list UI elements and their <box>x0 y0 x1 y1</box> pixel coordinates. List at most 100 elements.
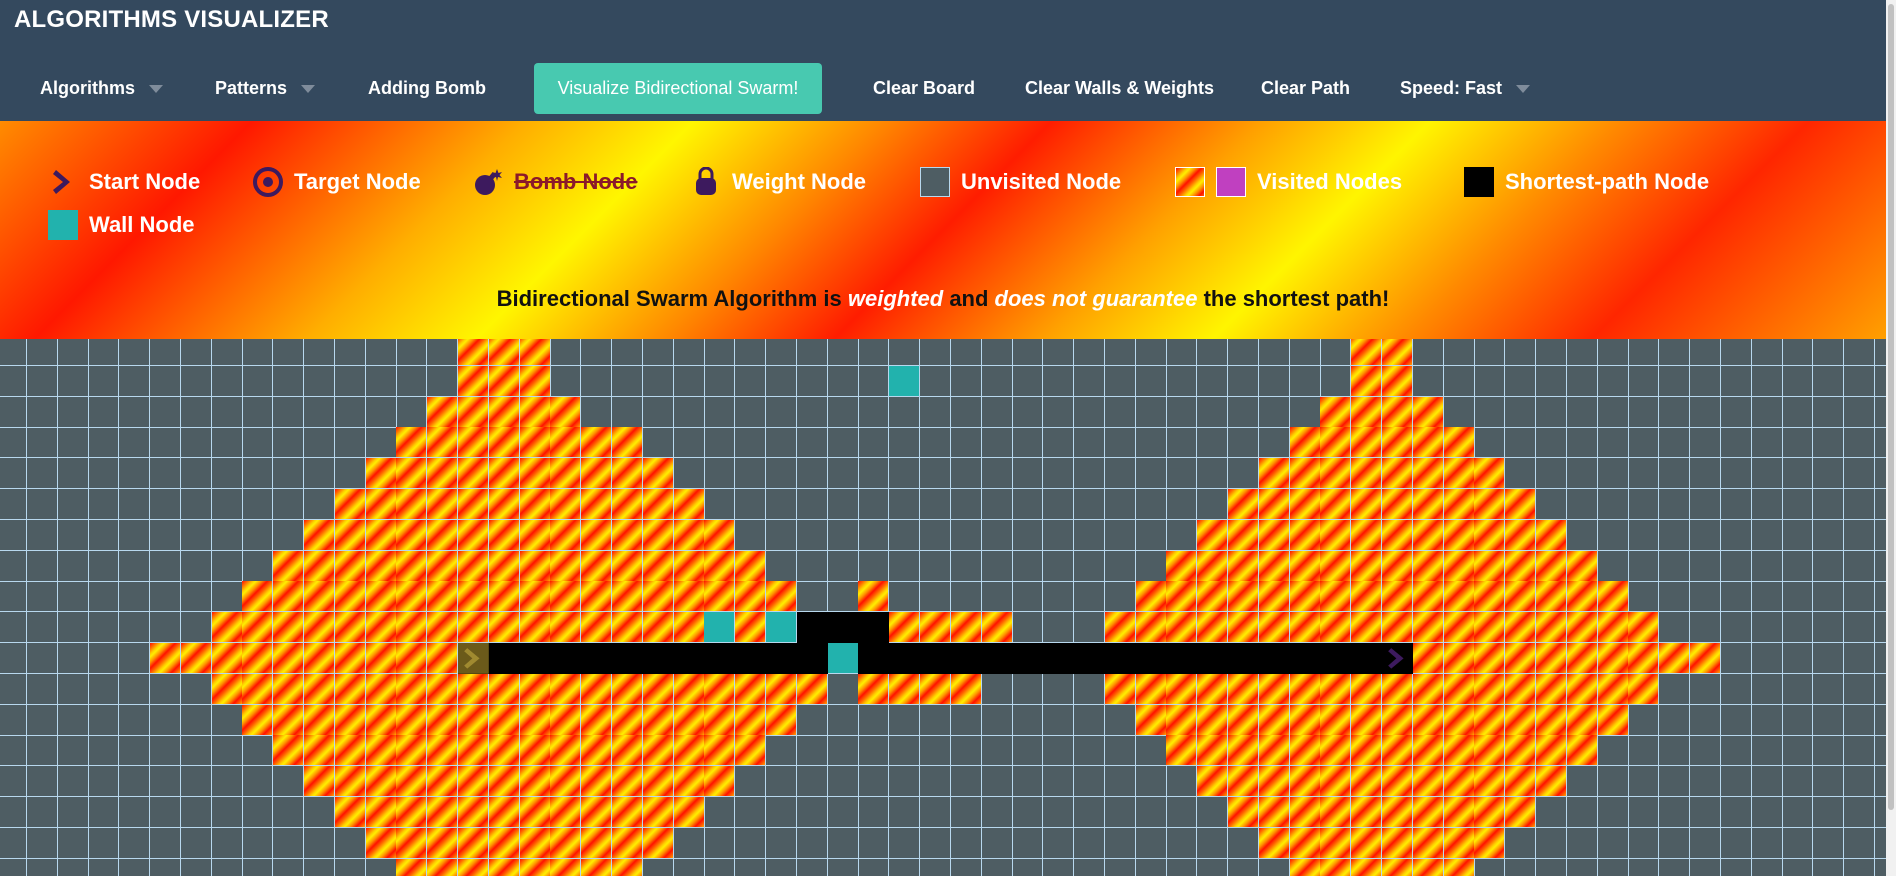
scrollbar-thumb[interactable] <box>1888 4 1894 810</box>
grid-cell-unvisited[interactable] <box>858 858 890 876</box>
grid-cell-unvisited[interactable] <box>304 458 335 490</box>
grid-cell-visited[interactable] <box>581 673 613 705</box>
grid-cell-unvisited[interactable] <box>1566 427 1598 459</box>
grid-cell-unvisited[interactable] <box>57 735 89 767</box>
grid-cell-visited[interactable] <box>581 797 613 828</box>
grid-cell-visited[interactable] <box>642 458 674 490</box>
grid-cell-unvisited[interactable] <box>150 673 181 705</box>
grid-cell-unvisited[interactable] <box>1874 551 1886 582</box>
grid-cell-visited[interactable] <box>1166 704 1198 736</box>
grid-cell-visited[interactable] <box>858 581 890 613</box>
grid-cell-visited[interactable] <box>427 827 459 859</box>
grid-cell-unvisited[interactable] <box>150 766 181 798</box>
grid-cell-unvisited[interactable] <box>242 489 274 520</box>
grid-cell-visited[interactable] <box>334 797 366 828</box>
grid-cell-unvisited[interactable] <box>119 489 151 520</box>
grid-cell-visited[interactable] <box>396 519 428 551</box>
grid-cell-unvisited[interactable] <box>889 827 921 859</box>
grid-cell-unvisited[interactable] <box>57 427 89 459</box>
grid-cell-visited[interactable] <box>1505 519 1537 551</box>
grid-cell-unvisited[interactable] <box>1720 489 1752 520</box>
grid-cell-unvisited[interactable] <box>1166 458 1198 490</box>
grid-cell-visited[interactable] <box>458 735 489 767</box>
grid-cell-visited[interactable] <box>396 858 428 876</box>
grid-cell-unvisited[interactable] <box>550 339 582 366</box>
grid-cell-unvisited[interactable] <box>1720 766 1752 798</box>
grid-cell-unvisited[interactable] <box>1566 365 1598 397</box>
grid-cell-unvisited[interactable] <box>827 797 859 828</box>
grid-cell-visited[interactable] <box>1351 365 1383 397</box>
grid-cell-visited[interactable] <box>704 673 736 705</box>
grid-cell-unvisited[interactable] <box>1782 396 1814 428</box>
grid-cell-visited[interactable] <box>1351 673 1383 705</box>
grid-cell-unvisited[interactable] <box>1874 458 1886 490</box>
grid-cell-unvisited[interactable] <box>1074 612 1105 644</box>
grid-cell-unvisited[interactable] <box>1135 458 1167 490</box>
grid-cell-visited[interactable] <box>1412 550 1444 582</box>
grid-cell-unvisited[interactable] <box>1012 489 1044 520</box>
grid-cell-unvisited[interactable] <box>1505 339 1537 366</box>
grid-cell-unvisited[interactable] <box>704 858 736 876</box>
grid-cell-visited[interactable] <box>1382 550 1413 582</box>
grid-cell-unvisited[interactable] <box>211 704 243 736</box>
grid-cell-visited[interactable] <box>735 673 767 705</box>
grid-cell-unvisited[interactable] <box>642 396 674 428</box>
grid-cell-visited[interactable] <box>1289 581 1321 613</box>
grid-cell-unvisited[interactable] <box>304 797 335 828</box>
grid-cell-unvisited[interactable] <box>858 550 890 582</box>
grid-cell-visited[interactable] <box>1443 427 1475 459</box>
grid-cell-unvisited[interactable] <box>150 365 181 397</box>
grid-cell-unvisited[interactable] <box>673 458 705 490</box>
grid-cell-visited[interactable] <box>1197 550 1229 582</box>
grid-cell-unvisited[interactable] <box>211 827 243 859</box>
grid-cell-unvisited[interactable] <box>180 550 212 582</box>
grid-cell-unvisited[interactable] <box>1721 858 1752 876</box>
grid-cell-visited[interactable] <box>1443 458 1475 490</box>
grid-cell-unvisited[interactable] <box>1536 458 1567 490</box>
grid-cell-unvisited[interactable] <box>0 766 27 798</box>
grid-cell-unvisited[interactable] <box>304 827 335 859</box>
grid-cell-visited[interactable] <box>1443 489 1475 520</box>
grid-cell-visited[interactable] <box>766 673 797 705</box>
grid-cell-unvisited[interactable] <box>1043 673 1075 705</box>
grid-cell-visited[interactable] <box>1197 766 1229 798</box>
grid-cell-path[interactable] <box>858 643 890 674</box>
grid-cell-visited[interactable] <box>950 612 982 644</box>
grid-cell-unvisited[interactable] <box>1258 396 1290 428</box>
grid-cell-unvisited[interactable] <box>1782 827 1814 859</box>
grid-cell-unvisited[interactable] <box>1043 458 1075 490</box>
grid-cell-visited[interactable] <box>1474 489 1506 520</box>
grid-cell-visited[interactable] <box>519 489 551 520</box>
grid-cell-visited[interactable] <box>1228 581 1259 613</box>
grid-cell-visited[interactable] <box>550 581 582 613</box>
grid-cell-unvisited[interactable] <box>304 858 335 876</box>
grid-cell-visited[interactable] <box>704 735 736 767</box>
grid-cell-unvisited[interactable] <box>1104 550 1136 582</box>
grid-cell-visited[interactable] <box>519 612 551 644</box>
grid-cell-unvisited[interactable] <box>88 489 120 520</box>
grid-cell-visited[interactable] <box>427 581 459 613</box>
grid-cell-unvisited[interactable] <box>766 365 797 397</box>
grid-cell-unvisited[interactable] <box>1659 519 1691 551</box>
grid-cell-unvisited[interactable] <box>981 396 1013 428</box>
grid-cell-path[interactable] <box>735 643 767 674</box>
grid-cell-unvisited[interactable] <box>1536 396 1567 428</box>
grid-cell-unvisited[interactable] <box>26 797 58 828</box>
grid-cell-visited[interactable] <box>1197 704 1229 736</box>
grid-cell-path[interactable] <box>766 643 797 674</box>
grid-cell-unvisited[interactable] <box>242 519 274 551</box>
grid-cell-unvisited[interactable] <box>180 704 212 736</box>
grid-cell-unvisited[interactable] <box>57 827 89 859</box>
grid-cell-visited[interactable] <box>673 704 705 736</box>
grid-cell-unvisited[interactable] <box>1782 550 1814 582</box>
speed-dropdown[interactable]: Speed: Fast <box>1400 63 1531 113</box>
grid-cell-unvisited[interactable] <box>181 858 212 876</box>
grid-cell-visited[interactable] <box>1320 396 1352 428</box>
grid-cell-unvisited[interactable] <box>796 458 828 490</box>
grid-cell-visited[interactable] <box>304 550 335 582</box>
grid-cell-unvisited[interactable] <box>1012 458 1044 490</box>
grid-cell-unvisited[interactable] <box>1659 827 1691 859</box>
grid-cell-visited[interactable] <box>458 581 489 613</box>
grid-cell-visited[interactable] <box>642 581 674 613</box>
grid-cell-unvisited[interactable] <box>1197 365 1229 397</box>
